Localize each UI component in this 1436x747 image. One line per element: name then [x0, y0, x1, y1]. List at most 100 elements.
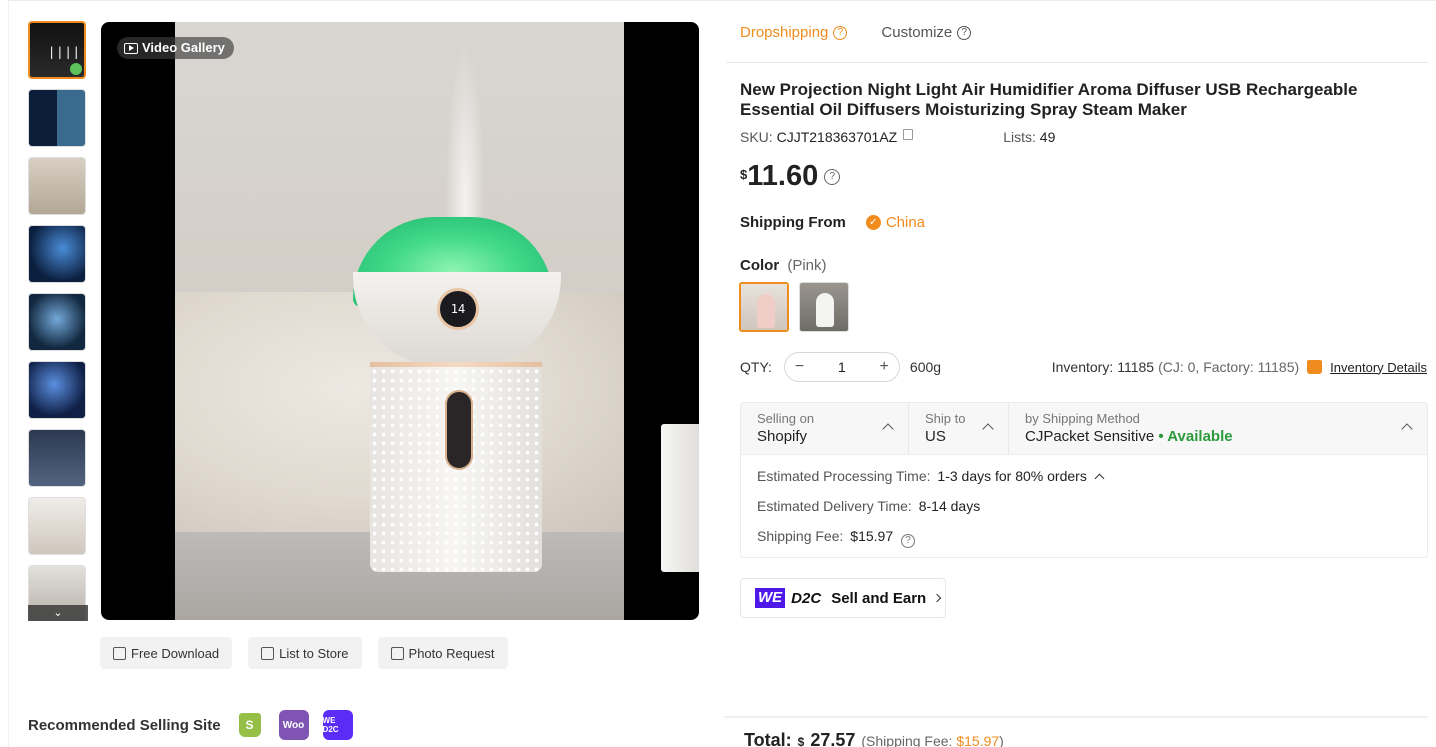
price-currency: $	[740, 167, 748, 182]
quantity-input[interactable]: 1	[838, 359, 846, 375]
color-selected: (Pink)	[787, 257, 827, 274]
color-row: Color (Pink)	[740, 257, 827, 274]
shipping-from: Shipping From ✓ China	[740, 214, 925, 231]
free-download-label: Free Download	[131, 645, 220, 661]
inventory-value: 11185	[1117, 359, 1155, 375]
tab-dropshipping[interactable]: Dropshipping ?	[740, 24, 848, 51]
selling-on-select[interactable]: Selling on Shopify	[741, 403, 909, 454]
thumbnail-image[interactable]	[28, 157, 86, 215]
store-icon	[261, 646, 275, 660]
selling-on-label: Selling on	[757, 411, 815, 426]
shipping-box: Selling on Shopify Ship to US by Shippin…	[740, 402, 1428, 558]
thumbnail-image[interactable]	[28, 89, 86, 147]
list-to-store-button[interactable]: List to Store	[248, 637, 362, 669]
price-amount: 11.60	[747, 160, 819, 192]
d2c-sell-and-earn-button[interactable]: WE D2C Sell and Earn	[740, 578, 946, 618]
frame-border	[8, 0, 1436, 1]
list-to-store-label: List to Store	[279, 645, 349, 661]
inventory-label: Inventory:	[1051, 359, 1114, 375]
product-title: New Projection Night Light Air Humidifie…	[740, 80, 1358, 119]
main-product-video[interactable]: 14	[101, 22, 699, 620]
chevron-up-icon[interactable]	[1094, 473, 1105, 484]
color-swatch-white[interactable]	[799, 282, 849, 332]
tab-divider	[726, 62, 1428, 63]
processing-value: 1-3 days for 80% orders	[937, 468, 1087, 484]
shipping-method-select[interactable]: by Shipping Method CJPacket Sensitive • …	[1009, 403, 1427, 454]
color-swatch-pink[interactable]	[739, 282, 789, 332]
copy-icon[interactable]	[903, 129, 914, 140]
humidifier-display: 14	[437, 288, 479, 330]
shopify-icon[interactable]: S	[234, 710, 265, 740]
thumbnails-scroll-down-icon[interactable]: ⌄	[28, 605, 88, 621]
video-icon	[124, 42, 138, 54]
shipping-from-country[interactable]: China	[886, 214, 925, 231]
color-label: Color	[740, 257, 780, 274]
thumbnail-image[interactable]	[28, 497, 86, 555]
inventory-details-link[interactable]: Inventory Details	[1330, 360, 1427, 375]
d2c-logo: D2C	[791, 589, 822, 607]
free-download-button[interactable]: Free Download	[100, 637, 233, 669]
color-swatches	[739, 282, 849, 332]
ship-to-select[interactable]: Ship to US	[909, 403, 1009, 454]
help-icon[interactable]: ?	[901, 534, 916, 548]
qty-label: QTY:	[740, 359, 772, 375]
woocommerce-icon[interactable]: Woo	[278, 710, 309, 740]
total-currency: $	[797, 735, 805, 747]
thumbnail-video[interactable]: |||||	[28, 21, 86, 79]
thumbnail-strip[interactable]: |||||	[28, 21, 88, 621]
ship-to-value: US	[925, 428, 946, 445]
lists-value: 49	[1039, 129, 1056, 145]
plus-icon[interactable]: +	[880, 358, 889, 376]
help-icon[interactable]: ?	[833, 25, 848, 40]
quantity-stepper[interactable]: − 1 +	[783, 352, 900, 382]
total-fee-prefix: (Shipping Fee:	[861, 733, 953, 747]
chevron-right-icon	[932, 593, 942, 603]
media-actions: Free Download List to Store Photo Reques…	[100, 637, 508, 669]
shipping-from-label: Shipping From	[740, 214, 846, 231]
video-gallery-label: Video Gallery	[142, 40, 225, 55]
shipping-selectors: Selling on Shopify Ship to US by Shippin…	[741, 403, 1427, 455]
thumbnail-image[interactable]	[28, 293, 86, 351]
photo-request-label: Photo Request	[408, 645, 495, 661]
product-photo: 14	[175, 22, 699, 620]
total-fee-value: $15.97	[956, 733, 1000, 747]
mode-tabs: Dropshipping ? Customize ?	[740, 24, 972, 51]
check-circle-icon: ✓	[865, 215, 881, 230]
sku-label: SKU:	[740, 129, 773, 145]
sku-value: CJJT218363701AZ	[776, 129, 898, 145]
thumbnail-image[interactable]	[28, 361, 86, 419]
price: $ 11.60 ?	[740, 160, 841, 193]
delivery-label: Estimated Delivery Time:	[757, 498, 912, 514]
delivery-value: 8-14 days	[918, 498, 981, 514]
ship-to-label: Ship to	[925, 411, 966, 426]
help-icon[interactable]: ?	[957, 25, 972, 40]
minus-icon[interactable]: −	[795, 358, 804, 376]
frame-border-left	[8, 0, 9, 747]
processing-label: Estimated Processing Time:	[757, 468, 931, 484]
total-divider	[724, 716, 1428, 718]
quantity-row: QTY: − 1 + 600g	[740, 352, 941, 382]
total-shipping-fee: (Shipping Fee: $15.97)	[861, 733, 1003, 747]
price-help-icon[interactable]: ?	[824, 169, 841, 185]
total-amount: 27.57	[810, 730, 856, 747]
recommended-selling-sites: Recommended Selling Site S Woo WE D2C	[28, 710, 353, 740]
total-label: Total:	[744, 730, 792, 747]
shipping-fee-value: $15.97	[850, 528, 894, 544]
tab-customize[interactable]: Customize ?	[881, 24, 972, 51]
photo-request-button[interactable]: Photo Request	[377, 637, 508, 669]
shipping-details: Estimated Processing Time: 1-3 days for …	[741, 455, 1427, 565]
product-weight: 600g	[909, 359, 942, 375]
processing-time-row: Estimated Processing Time: 1-3 days for …	[757, 465, 1411, 495]
shipping-fee-label: Shipping Fee:	[757, 528, 844, 544]
video-gallery-badge[interactable]: Video Gallery	[117, 37, 234, 59]
tab-customize-label: Customize	[881, 24, 953, 41]
shipping-fee-row: Shipping Fee: $15.97 ?	[757, 525, 1411, 555]
inventory-row: Inventory: 11185 (CJ: 0, Factory: 11185)…	[1052, 359, 1427, 375]
wed2c-icon[interactable]: WE D2C	[322, 710, 353, 740]
delivery-time-row: Estimated Delivery Time: 8-14 days	[757, 495, 1411, 525]
thumbnail-image[interactable]	[28, 225, 86, 283]
video-play-badge-icon	[70, 63, 82, 75]
download-icon	[113, 646, 126, 660]
video-bars-icon: |||||	[48, 45, 86, 59]
thumbnail-image[interactable]	[28, 429, 86, 487]
